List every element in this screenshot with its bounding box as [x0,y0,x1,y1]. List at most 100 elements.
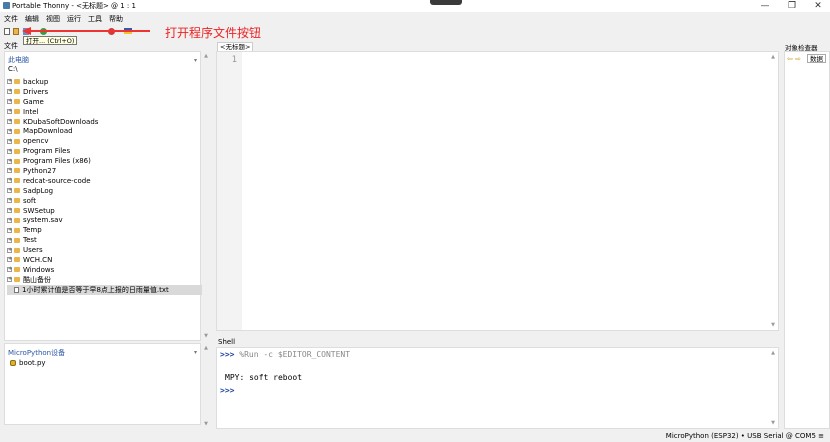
folder-icon [14,119,20,124]
file-tree-folder[interactable]: + backup [7,77,202,87]
expand-icon[interactable]: + [7,277,12,283]
shell-panel[interactable]: >>> %Run -c $EDITOR_CONTENT MPY: soft re… [216,347,779,429]
expand-icon[interactable]: + [7,99,12,105]
window-drag-handle[interactable] [430,0,462,5]
folder-icon [14,99,20,105]
scroll-down-icon[interactable]: ▼ [202,421,210,427]
expand-icon[interactable]: + [7,247,12,253]
scroll-up-icon[interactable]: ▲ [769,54,777,60]
expand-icon[interactable]: + [7,237,12,243]
menu-help[interactable]: 帮助 [109,14,123,24]
code-editor[interactable]: 1 [216,51,779,331]
file-tree-folder[interactable]: + Program Files [7,146,202,156]
shell-command-line: >>> %Run -c $EDITOR_CONTENT [220,350,350,359]
file-tree-folder[interactable]: + redcat-source-code [7,176,202,186]
tree-item-label: system.sav [23,216,63,225]
close-button[interactable]: ✕ [810,1,826,11]
expand-icon[interactable]: + [7,79,12,85]
scroll-up-icon[interactable]: ▲ [769,350,777,356]
file-tree-folder[interactable]: + Test [7,235,202,245]
thonny-icon [3,2,10,9]
file-tree-folder[interactable]: + SadpLog [7,186,202,196]
file-tree-folder[interactable]: + Windows [7,265,202,275]
expand-icon[interactable]: + [7,168,12,174]
file-tree-folder[interactable]: + Users [7,245,202,255]
title-bar: Portable Thonny - <无标题> @ 1 : 1 — ❐ ✕ [0,0,830,12]
file-tree-folder[interactable]: + 酷山备份 [7,275,202,285]
location-title[interactable]: 此电脑 [8,55,29,65]
new-file-icon[interactable] [4,28,10,35]
editor-scrollbar[interactable]: ▲ ▼ [769,52,777,330]
file-tree-folder[interactable]: + Program Files (x86) [7,156,202,166]
scroll-down-icon[interactable]: ▼ [769,322,777,328]
menu-edit[interactable]: 编辑 [25,14,39,24]
open-tooltip: 打开... (Ctrl+O) [23,36,78,45]
folder-icon [14,168,20,174]
list-item[interactable]: boot.py [10,359,46,367]
expand-icon[interactable]: + [7,208,12,214]
menu-view[interactable]: 视图 [46,14,60,24]
menu-tools[interactable]: 工具 [88,14,102,24]
expand-icon[interactable]: + [7,257,12,263]
files-scrollbar[interactable]: ▲ ▼ [202,51,210,341]
tree-item-label: opencv [23,137,49,146]
file-tree-folder[interactable]: + SWSetup [7,206,202,216]
expand-icon[interactable]: + [7,267,12,273]
micropython-title[interactable]: MicroPython设备 [8,348,65,358]
tab-files[interactable]: 文件 [4,41,18,51]
folder-icon [14,247,20,253]
folder-icon [14,198,20,204]
expand-icon[interactable]: + [7,109,12,115]
file-tree-folder[interactable]: + MapDownload [7,126,202,136]
file-tree-folder[interactable]: + Temp [7,225,202,235]
file-tree-folder[interactable]: + Intel [7,107,202,117]
back-forward-icon[interactable]: ⇦ ⇨ [787,55,801,63]
panel-menu-icon[interactable]: ▾ [194,57,197,64]
folder-icon [14,257,20,263]
expand-icon[interactable]: + [7,198,12,204]
tab-data[interactable]: 数据 [807,54,826,63]
expand-icon[interactable]: + [7,178,12,184]
expand-icon[interactable]: + [7,158,12,164]
line-number: 1 [231,55,237,65]
file-tree-folder[interactable]: + KDubaSoftDownloads [7,117,202,127]
tree-item-label: MapDownload [23,127,73,136]
file-tree-folder[interactable]: + Game [7,97,202,107]
tree-item-label: Drivers [23,87,49,96]
expand-icon[interactable]: + [7,119,12,124]
minimize-button[interactable]: — [757,1,773,11]
file-tree-file[interactable]: 1小时累计值是否等于早8点上报的日雨量值.txt [7,284,202,295]
expand-icon[interactable]: + [7,188,12,194]
maximize-button[interactable]: ❐ [784,1,800,11]
scroll-up-icon[interactable]: ▲ [202,53,210,59]
shell-input-line[interactable]: >>> [220,386,234,395]
folder-icon [14,128,20,134]
interpreter-status[interactable]: MicroPython (ESP32) • USB Serial @ COM5 … [666,432,824,440]
file-tree-folder[interactable]: + opencv [7,136,202,146]
expand-icon[interactable]: + [7,148,12,154]
menu-file[interactable]: 文件 [4,14,18,24]
file-tree-folder[interactable]: + Drivers [7,87,202,97]
expand-icon[interactable]: + [7,138,12,144]
editor-tab[interactable]: <无标题> [217,42,254,51]
object-inspector-panel: ⇦ ⇨ 数据 [784,51,830,429]
menu-run[interactable]: 运行 [67,14,81,24]
expand-icon[interactable]: + [7,227,12,233]
shell-scrollbar[interactable]: ▲ ▼ [769,348,777,428]
panel-menu-icon[interactable]: ▾ [194,349,197,356]
file-tree-folder[interactable]: + soft [7,196,202,206]
toolbar [0,25,830,39]
scroll-down-icon[interactable]: ▼ [769,420,777,426]
file-tree-folder[interactable]: + WCH.CN [7,255,202,265]
file-tree-folder[interactable]: + system.sav [7,215,202,225]
scroll-up-icon[interactable]: ▲ [202,345,210,351]
micropython-scrollbar[interactable]: ▲ ▼ [202,343,210,429]
expand-icon[interactable]: + [7,217,12,223]
scroll-down-icon[interactable]: ▼ [202,333,210,339]
expand-icon[interactable]: + [7,128,12,134]
tab-shell[interactable]: Shell [218,338,235,346]
expand-icon[interactable]: + [7,89,12,95]
folder-icon [14,109,20,115]
open-file-icon[interactable] [13,28,19,35]
file-tree-folder[interactable]: + Python27 [7,166,202,176]
